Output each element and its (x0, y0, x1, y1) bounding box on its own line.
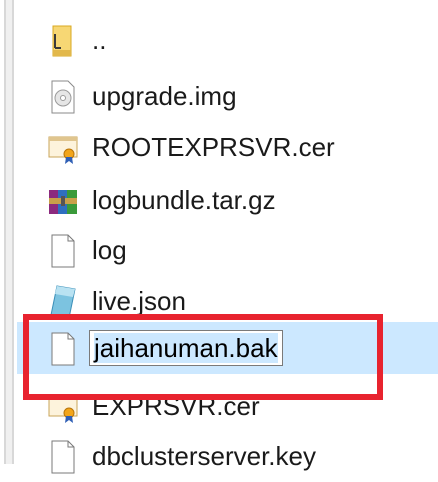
list-item[interactable]: dbclusterserver.key (17, 430, 438, 482)
list-item[interactable]: .. (17, 14, 438, 66)
file-name: log (92, 235, 127, 265)
file-name: upgrade.img (92, 81, 237, 111)
file-name: dbclusterserver.key (92, 441, 316, 471)
file-name: ROOTEXPRSVR.cer (92, 132, 335, 162)
list-item[interactable]: log (17, 224, 438, 276)
list-item[interactable]: upgrade.img (17, 70, 438, 122)
folder-up-icon (47, 24, 79, 58)
list-item[interactable]: logbundle.tar.gz (17, 174, 438, 226)
red-highlight-box (23, 314, 383, 400)
archive-icon (47, 184, 79, 218)
list-item[interactable]: ROOTEXPRSVR.cer (17, 121, 438, 173)
disc-image-icon (47, 80, 79, 114)
file-name: logbundle.tar.gz (92, 185, 276, 215)
blank-file-icon (47, 234, 79, 268)
blank-file-icon (47, 440, 79, 474)
file-name: live.json (92, 286, 186, 316)
certificate-icon (47, 131, 79, 165)
file-name: .. (92, 25, 107, 55)
